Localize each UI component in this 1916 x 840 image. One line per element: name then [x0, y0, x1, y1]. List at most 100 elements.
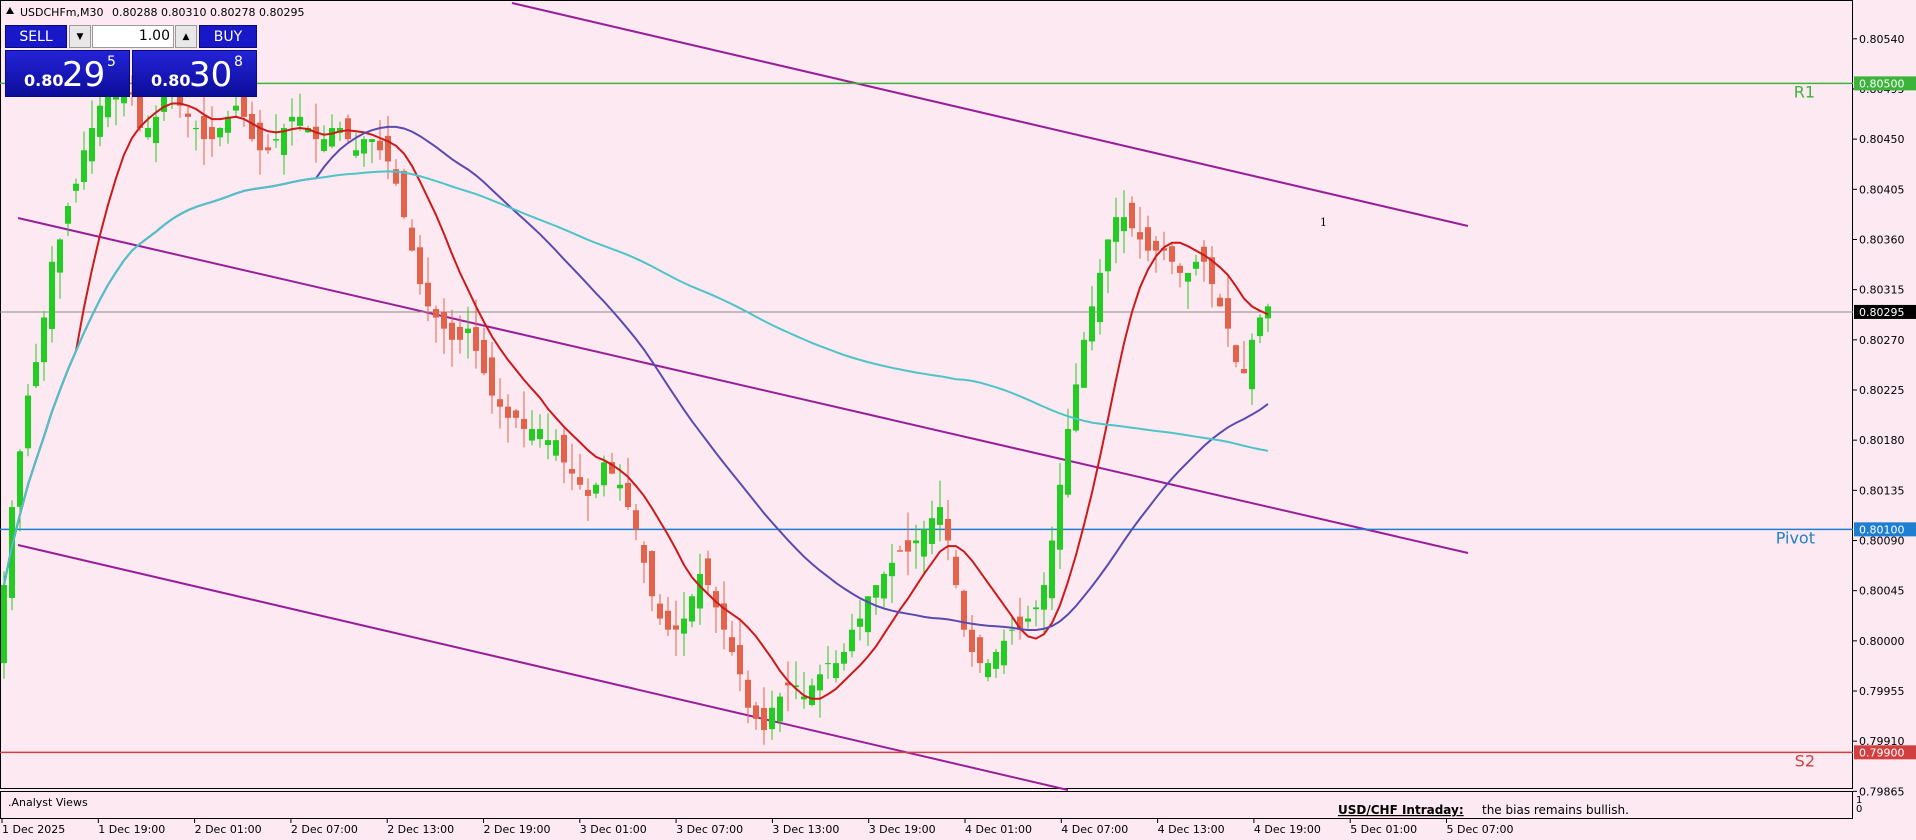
x-tick-label: 5 Dec 07:00 [1447, 823, 1514, 836]
candle-body [1225, 298, 1231, 329]
candle-body [993, 651, 999, 669]
y-tick-label: 0.80270 [1859, 334, 1905, 347]
candle-body [897, 550, 903, 552]
y-tick-label: 0.80045 [1859, 585, 1905, 598]
candle-body [913, 540, 919, 544]
candle-body [81, 150, 87, 183]
candle-body [233, 105, 239, 111]
candles [1, 58, 1271, 745]
indicator-scale-bottom: 0 [1856, 804, 1862, 815]
price-axis: 0.805400.804950.804500.804050.803600.803… [1853, 33, 1916, 798]
candle-body [585, 489, 591, 496]
candle-body [633, 510, 639, 530]
candle-body [1033, 607, 1039, 610]
candle-body [1137, 232, 1143, 240]
candle-body [569, 468, 575, 474]
candle-body [1041, 585, 1047, 610]
level-label-r1: R1 [1794, 82, 1815, 101]
lot-size-input[interactable]: 1.00 [92, 25, 174, 48]
x-tick-label: 2 Dec 07:00 [291, 823, 358, 836]
x-tick-label: 1 Dec 2025 [2, 823, 65, 836]
candle-body [1249, 339, 1255, 390]
candle-body [41, 317, 47, 363]
y-tick-label: 0.80360 [1859, 233, 1905, 246]
price-chart[interactable]: R1PivotS2 0.805400.804950.804500.804050.… [0, 0, 1916, 840]
x-tick-label: 4 Dec 13:00 [1158, 823, 1225, 836]
candle-body [1185, 272, 1191, 282]
candle-body [25, 395, 31, 449]
sell-button[interactable]: SELL [5, 25, 67, 48]
x-tick-label: 4 Dec 01:00 [965, 823, 1032, 836]
candle-body [1193, 261, 1199, 269]
candle-body [809, 685, 815, 706]
x-tick-label: 2 Dec 13:00 [387, 823, 454, 836]
channel-lower-line [17, 544, 1069, 791]
x-tick-label: 5 Dec 01:00 [1350, 823, 1417, 836]
buy-price-prefix: 0.80 [151, 71, 191, 90]
candle-body [1217, 297, 1223, 307]
buy-price-pips: 30 [189, 55, 233, 95]
candle-body [377, 140, 383, 151]
candle-body [145, 127, 151, 138]
candle-body [617, 484, 623, 489]
candle-body [473, 327, 479, 351]
candle-body [345, 118, 351, 140]
sell-price-fraction: 5 [107, 54, 116, 70]
y-tick-label: 0.80540 [1859, 33, 1905, 46]
y-tick-label: 0.80090 [1859, 534, 1905, 547]
x-tick-label: 2 Dec 19:00 [484, 823, 551, 836]
x-tick-label: 2 Dec 01:00 [195, 823, 262, 836]
candle-body [905, 540, 911, 552]
candle-body [833, 663, 839, 679]
candle-body [361, 139, 367, 154]
candle-body [681, 618, 687, 634]
candle-body [457, 326, 463, 340]
x-tick-label: 1 Dec 19:00 [98, 823, 165, 836]
candle-body [1097, 272, 1103, 323]
candle-body [1065, 429, 1071, 495]
ohlc-values: 0.80288 0.80310 0.80278 0.80295 [112, 6, 304, 19]
candle-body [209, 127, 215, 140]
candle-body [1081, 339, 1087, 388]
time-axis: 1 Dec 2025 1 Dec 19:00 2 Dec 01:00 2 Dec 07… [1, 819, 1514, 836]
candle-body [881, 573, 887, 599]
candle-body [481, 339, 487, 374]
buy-price-button[interactable]: 0.80 30 8 [132, 50, 257, 97]
y-tick-label: 0.79865 [1859, 785, 1905, 798]
candle-body [697, 573, 703, 609]
candle-body [705, 558, 711, 586]
candle-body [273, 139, 279, 141]
candle-body [1, 585, 7, 664]
current-price-label: 0.80295 [1859, 306, 1905, 319]
candle-body [329, 127, 335, 147]
level-price-label-r1: 0.80500 [1859, 77, 1905, 90]
y-tick-label: 0.80180 [1859, 434, 1905, 447]
candle-body [1113, 217, 1119, 242]
lot-increase-button[interactable]: ▲ [175, 25, 197, 48]
buy-button[interactable]: BUY [199, 25, 257, 48]
candle-body [745, 679, 751, 708]
candle-body [961, 590, 967, 630]
candle-body [657, 603, 663, 619]
candle-body [641, 545, 647, 563]
lot-decrease-button[interactable]: ▼ [69, 25, 91, 48]
candle-body [673, 625, 679, 630]
candle-body [545, 440, 551, 446]
candle-body [433, 308, 439, 318]
candle-body [817, 674, 823, 691]
candle-body [49, 261, 55, 329]
candle-body [753, 705, 759, 719]
candle-body [969, 629, 975, 652]
candle-body [217, 127, 223, 138]
candle-body [857, 618, 863, 627]
y-tick-label: 0.79955 [1859, 685, 1905, 698]
sell-price-button[interactable]: 0.80 29 5 [5, 50, 130, 97]
buy-price-fraction: 8 [234, 54, 243, 70]
candle-body [1049, 540, 1055, 599]
candle-body [769, 707, 775, 730]
candle-body [425, 282, 431, 307]
candle-body [185, 113, 191, 117]
symbol-menu-triangle-icon[interactable] [6, 7, 14, 14]
analyst-note-title: USD/CHF Intraday: [1338, 803, 1464, 817]
sell-price-pips: 29 [62, 55, 106, 95]
